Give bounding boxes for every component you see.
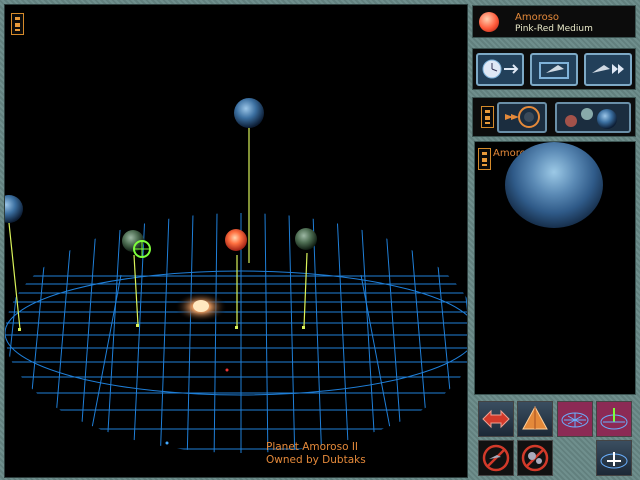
planet-stalks	[8, 127, 308, 330]
ship-forward-icon	[592, 64, 624, 74]
clock-forward-button[interactable]	[476, 53, 524, 86]
planet-blue-top[interactable]	[234, 98, 264, 128]
grid-icon	[561, 412, 589, 428]
ship-forward-button[interactable]	[584, 53, 632, 86]
planets-button[interactable]	[555, 102, 631, 133]
hide-ships-button[interactable]	[478, 440, 514, 476]
galaxy-core	[175, 292, 227, 322]
planet-portrait	[505, 142, 603, 228]
status-owner: Owned by Dubtaks	[266, 454, 366, 466]
no-planets-icon	[521, 444, 549, 472]
star-type: Pink-Red Medium	[515, 24, 593, 34]
hide-planets-button[interactable]	[517, 440, 553, 476]
star-amoroso[interactable]	[225, 229, 247, 251]
ship-dock-icon	[539, 62, 569, 79]
left-right-arrow-icon	[482, 409, 510, 429]
system-view[interactable]	[4, 4, 468, 478]
grid-center-icon	[600, 452, 628, 469]
ship-dock-button[interactable]	[530, 53, 578, 86]
tilt-view-button[interactable]	[517, 401, 553, 437]
hourglass-icon[interactable]	[481, 106, 494, 128]
star-name: Amoroso	[515, 12, 560, 23]
view-toolbar	[472, 97, 636, 137]
hourglass-icon[interactable]	[478, 148, 491, 170]
grid-axis-icon	[600, 408, 628, 430]
clock-icon	[482, 59, 519, 79]
system-map[interactable]	[5, 5, 467, 477]
status-planet: Planet Amoroso II	[266, 441, 359, 453]
nav-toolbar	[472, 48, 636, 90]
planet-green-right[interactable]	[295, 228, 317, 250]
status-text: Planet Amoroso II Owned by Dubtaks	[266, 441, 366, 467]
orbit-icon	[505, 106, 540, 128]
planet-info-panel: Amoroso II	[474, 141, 636, 395]
planet-blue-left[interactable]	[5, 195, 23, 223]
hourglass-icon[interactable]	[11, 13, 24, 35]
grid-flat-button[interactable]	[557, 401, 593, 437]
planets-icon	[565, 108, 617, 129]
star-icon	[479, 12, 499, 32]
no-ships-icon	[482, 444, 510, 472]
pyramid-icon	[522, 405, 548, 430]
fleet-orbit-button[interactable]	[497, 102, 547, 133]
grid-center-button[interactable]	[596, 440, 632, 476]
zoom-horizontal-button[interactable]	[478, 401, 514, 437]
star-header: Amoroso Pink-Red Medium	[472, 5, 636, 38]
grid-axis-button[interactable]	[596, 401, 632, 437]
frame: Planet Amoroso II Owned by Dubtaks Amoro…	[0, 0, 640, 480]
